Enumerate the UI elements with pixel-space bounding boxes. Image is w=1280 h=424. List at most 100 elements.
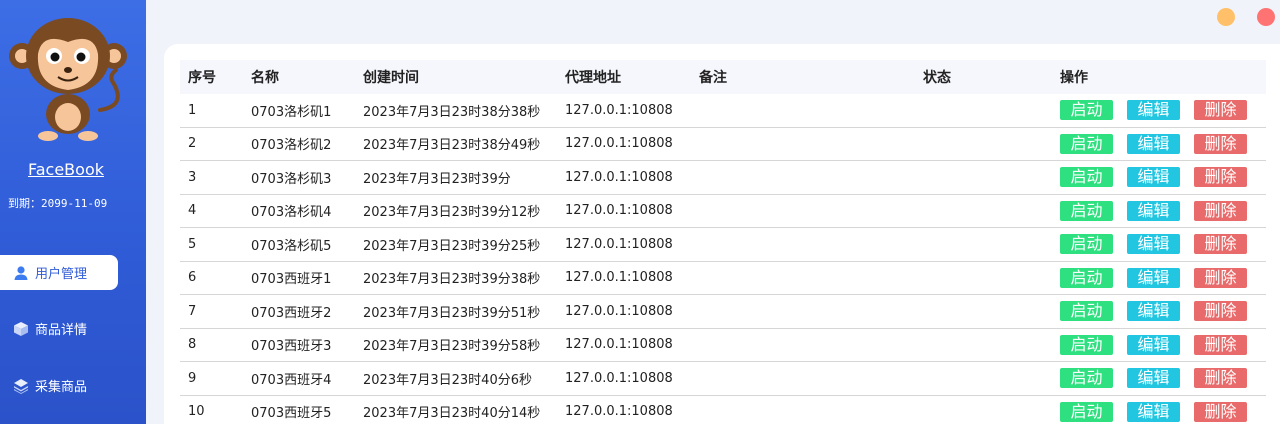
cell-name: 0703西班牙5 <box>251 406 332 422</box>
table-row: 2 0703洛杉矶2 2023年7月3日23时38分49秒 127.0.0.1:… <box>180 128 1266 161</box>
cell-name: 0703西班牙2 <box>251 305 332 321</box>
header-created: 创建时间 <box>363 70 419 86</box>
cell-proxy: 127.0.0.1:10808 <box>565 404 673 420</box>
cube-icon <box>12 320 30 338</box>
start-button[interactable]: 启动 <box>1060 200 1113 221</box>
start-button[interactable]: 启动 <box>1060 301 1113 322</box>
nav-label: 采集商品 <box>35 380 88 395</box>
table-row: 6 0703西班牙1 2023年7月3日23时39分38秒 127.0.0.1:… <box>180 262 1266 295</box>
delete-button[interactable]: 删除 <box>1194 200 1247 221</box>
nav-item-collect-products[interactable]: 采集商品 <box>0 368 118 403</box>
cell-no: 9 <box>188 370 197 386</box>
start-button[interactable]: 启动 <box>1060 167 1113 188</box>
table-header: 序号 名称 创建时间 代理地址 备注 状态 操作 <box>180 60 1266 94</box>
cell-created: 2023年7月3日23时39分12秒 <box>363 205 541 221</box>
start-button[interactable]: 启动 <box>1060 334 1113 355</box>
cell-name: 0703洛杉矶3 <box>251 171 332 187</box>
table-row: 8 0703西班牙3 2023年7月3日23时39分58秒 127.0.0.1:… <box>180 329 1266 362</box>
table-row: 5 0703洛杉矶5 2023年7月3日23时39分25秒 127.0.0.1:… <box>180 228 1266 262</box>
table-row: 1 0703洛杉矶1 2023年7月3日23时38分38秒 127.0.0.1:… <box>180 94 1266 128</box>
cell-name: 0703西班牙4 <box>251 372 332 388</box>
cell-ops: 启动 编辑 删除 <box>1052 401 1266 422</box>
edit-button[interactable]: 编辑 <box>1127 133 1180 154</box>
cell-no: 8 <box>188 337 197 353</box>
edit-button[interactable]: 编辑 <box>1127 267 1180 288</box>
cell-created: 2023年7月3日23时39分51秒 <box>363 305 541 321</box>
edit-button[interactable]: 编辑 <box>1127 401 1180 422</box>
header-status: 状态 <box>923 70 951 86</box>
user-icon <box>12 264 30 282</box>
cell-proxy: 127.0.0.1:10808 <box>565 136 673 152</box>
table-row: 4 0703洛杉矶4 2023年7月3日23时39分12秒 127.0.0.1:… <box>180 195 1266 228</box>
cell-no: 5 <box>188 236 197 252</box>
table-row: 9 0703西班牙4 2023年7月3日23时40分6秒 127.0.0.1:1… <box>180 362 1266 396</box>
delete-button[interactable]: 删除 <box>1194 167 1247 188</box>
user-table: 序号 名称 创建时间 代理地址 备注 状态 操作 1 0703洛杉矶1 2023… <box>180 60 1266 424</box>
edit-button[interactable]: 编辑 <box>1127 234 1180 255</box>
nav-label: 用户管理 <box>35 267 88 282</box>
delete-button[interactable]: 删除 <box>1194 133 1247 154</box>
edit-button[interactable]: 编辑 <box>1127 301 1180 322</box>
cell-created: 2023年7月3日23时40分6秒 <box>363 372 532 388</box>
edit-button[interactable]: 编辑 <box>1127 167 1180 188</box>
cell-name: 0703洛杉矶1 <box>251 104 332 120</box>
delete-button[interactable]: 删除 <box>1194 100 1247 121</box>
nav-item-user-management[interactable]: 用户管理 <box>0 255 118 290</box>
delete-button[interactable]: 删除 <box>1194 334 1247 355</box>
start-button[interactable]: 启动 <box>1060 368 1113 389</box>
edit-button[interactable]: 编辑 <box>1127 200 1180 221</box>
cell-name: 0703西班牙1 <box>251 272 332 288</box>
cell-ops: 启动 编辑 删除 <box>1052 200 1266 221</box>
sidebar: FaceBook 到期：2099-11-09 用户管理 商品详情 采集商品 <box>0 0 146 424</box>
edit-button[interactable]: 编辑 <box>1127 100 1180 121</box>
cell-proxy: 127.0.0.1:10808 <box>565 303 673 319</box>
start-button[interactable]: 启动 <box>1060 100 1113 121</box>
cell-ops: 启动 编辑 删除 <box>1052 167 1266 188</box>
start-button[interactable]: 启动 <box>1060 401 1113 422</box>
table-row: 10 0703西班牙5 2023年7月3日23时40分14秒 127.0.0.1… <box>180 396 1266 424</box>
table-row: 3 0703洛杉矶3 2023年7月3日23时39分 127.0.0.1:108… <box>180 161 1266 195</box>
cell-created: 2023年7月3日23时38分38秒 <box>363 104 541 120</box>
delete-button[interactable]: 删除 <box>1194 267 1247 288</box>
edit-button[interactable]: 编辑 <box>1127 368 1180 389</box>
cell-ops: 启动 编辑 删除 <box>1052 267 1266 288</box>
cell-created: 2023年7月3日23时39分25秒 <box>363 238 541 254</box>
table-body: 1 0703洛杉矶1 2023年7月3日23时38分38秒 127.0.0.1:… <box>180 94 1266 424</box>
edit-button[interactable]: 编辑 <box>1127 334 1180 355</box>
cell-ops: 启动 编辑 删除 <box>1052 368 1266 389</box>
cell-created: 2023年7月3日23时39分38秒 <box>363 272 541 288</box>
delete-button[interactable]: 删除 <box>1194 234 1247 255</box>
cell-created: 2023年7月3日23时40分14秒 <box>363 406 541 422</box>
header-no: 序号 <box>188 70 216 86</box>
cell-ops: 启动 编辑 删除 <box>1052 334 1266 355</box>
main-panel: 序号 名称 创建时间 代理地址 备注 状态 操作 1 0703洛杉矶1 2023… <box>164 44 1280 424</box>
cell-ops: 启动 编辑 删除 <box>1052 133 1266 154</box>
start-button[interactable]: 启动 <box>1060 133 1113 154</box>
cell-no: 6 <box>188 270 197 286</box>
monkey-avatar <box>9 18 127 141</box>
cell-proxy: 127.0.0.1:10808 <box>565 270 673 286</box>
app-name-link[interactable]: FaceBook <box>0 160 132 179</box>
delete-button[interactable]: 删除 <box>1194 401 1247 422</box>
cell-proxy: 127.0.0.1:10808 <box>565 102 673 118</box>
cell-no: 4 <box>188 203 197 219</box>
cell-proxy: 127.0.0.1:10808 <box>565 236 673 252</box>
cell-ops: 启动 编辑 删除 <box>1052 301 1266 322</box>
cell-ops: 启动 编辑 删除 <box>1052 234 1266 255</box>
start-button[interactable]: 启动 <box>1060 267 1113 288</box>
delete-button[interactable]: 删除 <box>1194 301 1247 322</box>
close-button[interactable] <box>1257 8 1275 26</box>
minimize-button[interactable] <box>1217 8 1235 26</box>
cell-no: 7 <box>188 303 197 319</box>
nav-item-product-details[interactable]: 商品详情 <box>0 311 118 346</box>
start-button[interactable]: 启动 <box>1060 234 1113 255</box>
header-note: 备注 <box>699 70 727 86</box>
cell-name: 0703西班牙3 <box>251 339 332 355</box>
cell-proxy: 127.0.0.1:10808 <box>565 370 673 386</box>
delete-button[interactable]: 删除 <box>1194 368 1247 389</box>
cell-no: 10 <box>188 404 205 420</box>
table-row: 7 0703西班牙2 2023年7月3日23时39分51秒 127.0.0.1:… <box>180 295 1266 329</box>
cell-created: 2023年7月3日23时39分 <box>363 171 511 187</box>
header-ops: 操作 <box>1060 70 1088 86</box>
cell-name: 0703洛杉矶4 <box>251 205 332 221</box>
